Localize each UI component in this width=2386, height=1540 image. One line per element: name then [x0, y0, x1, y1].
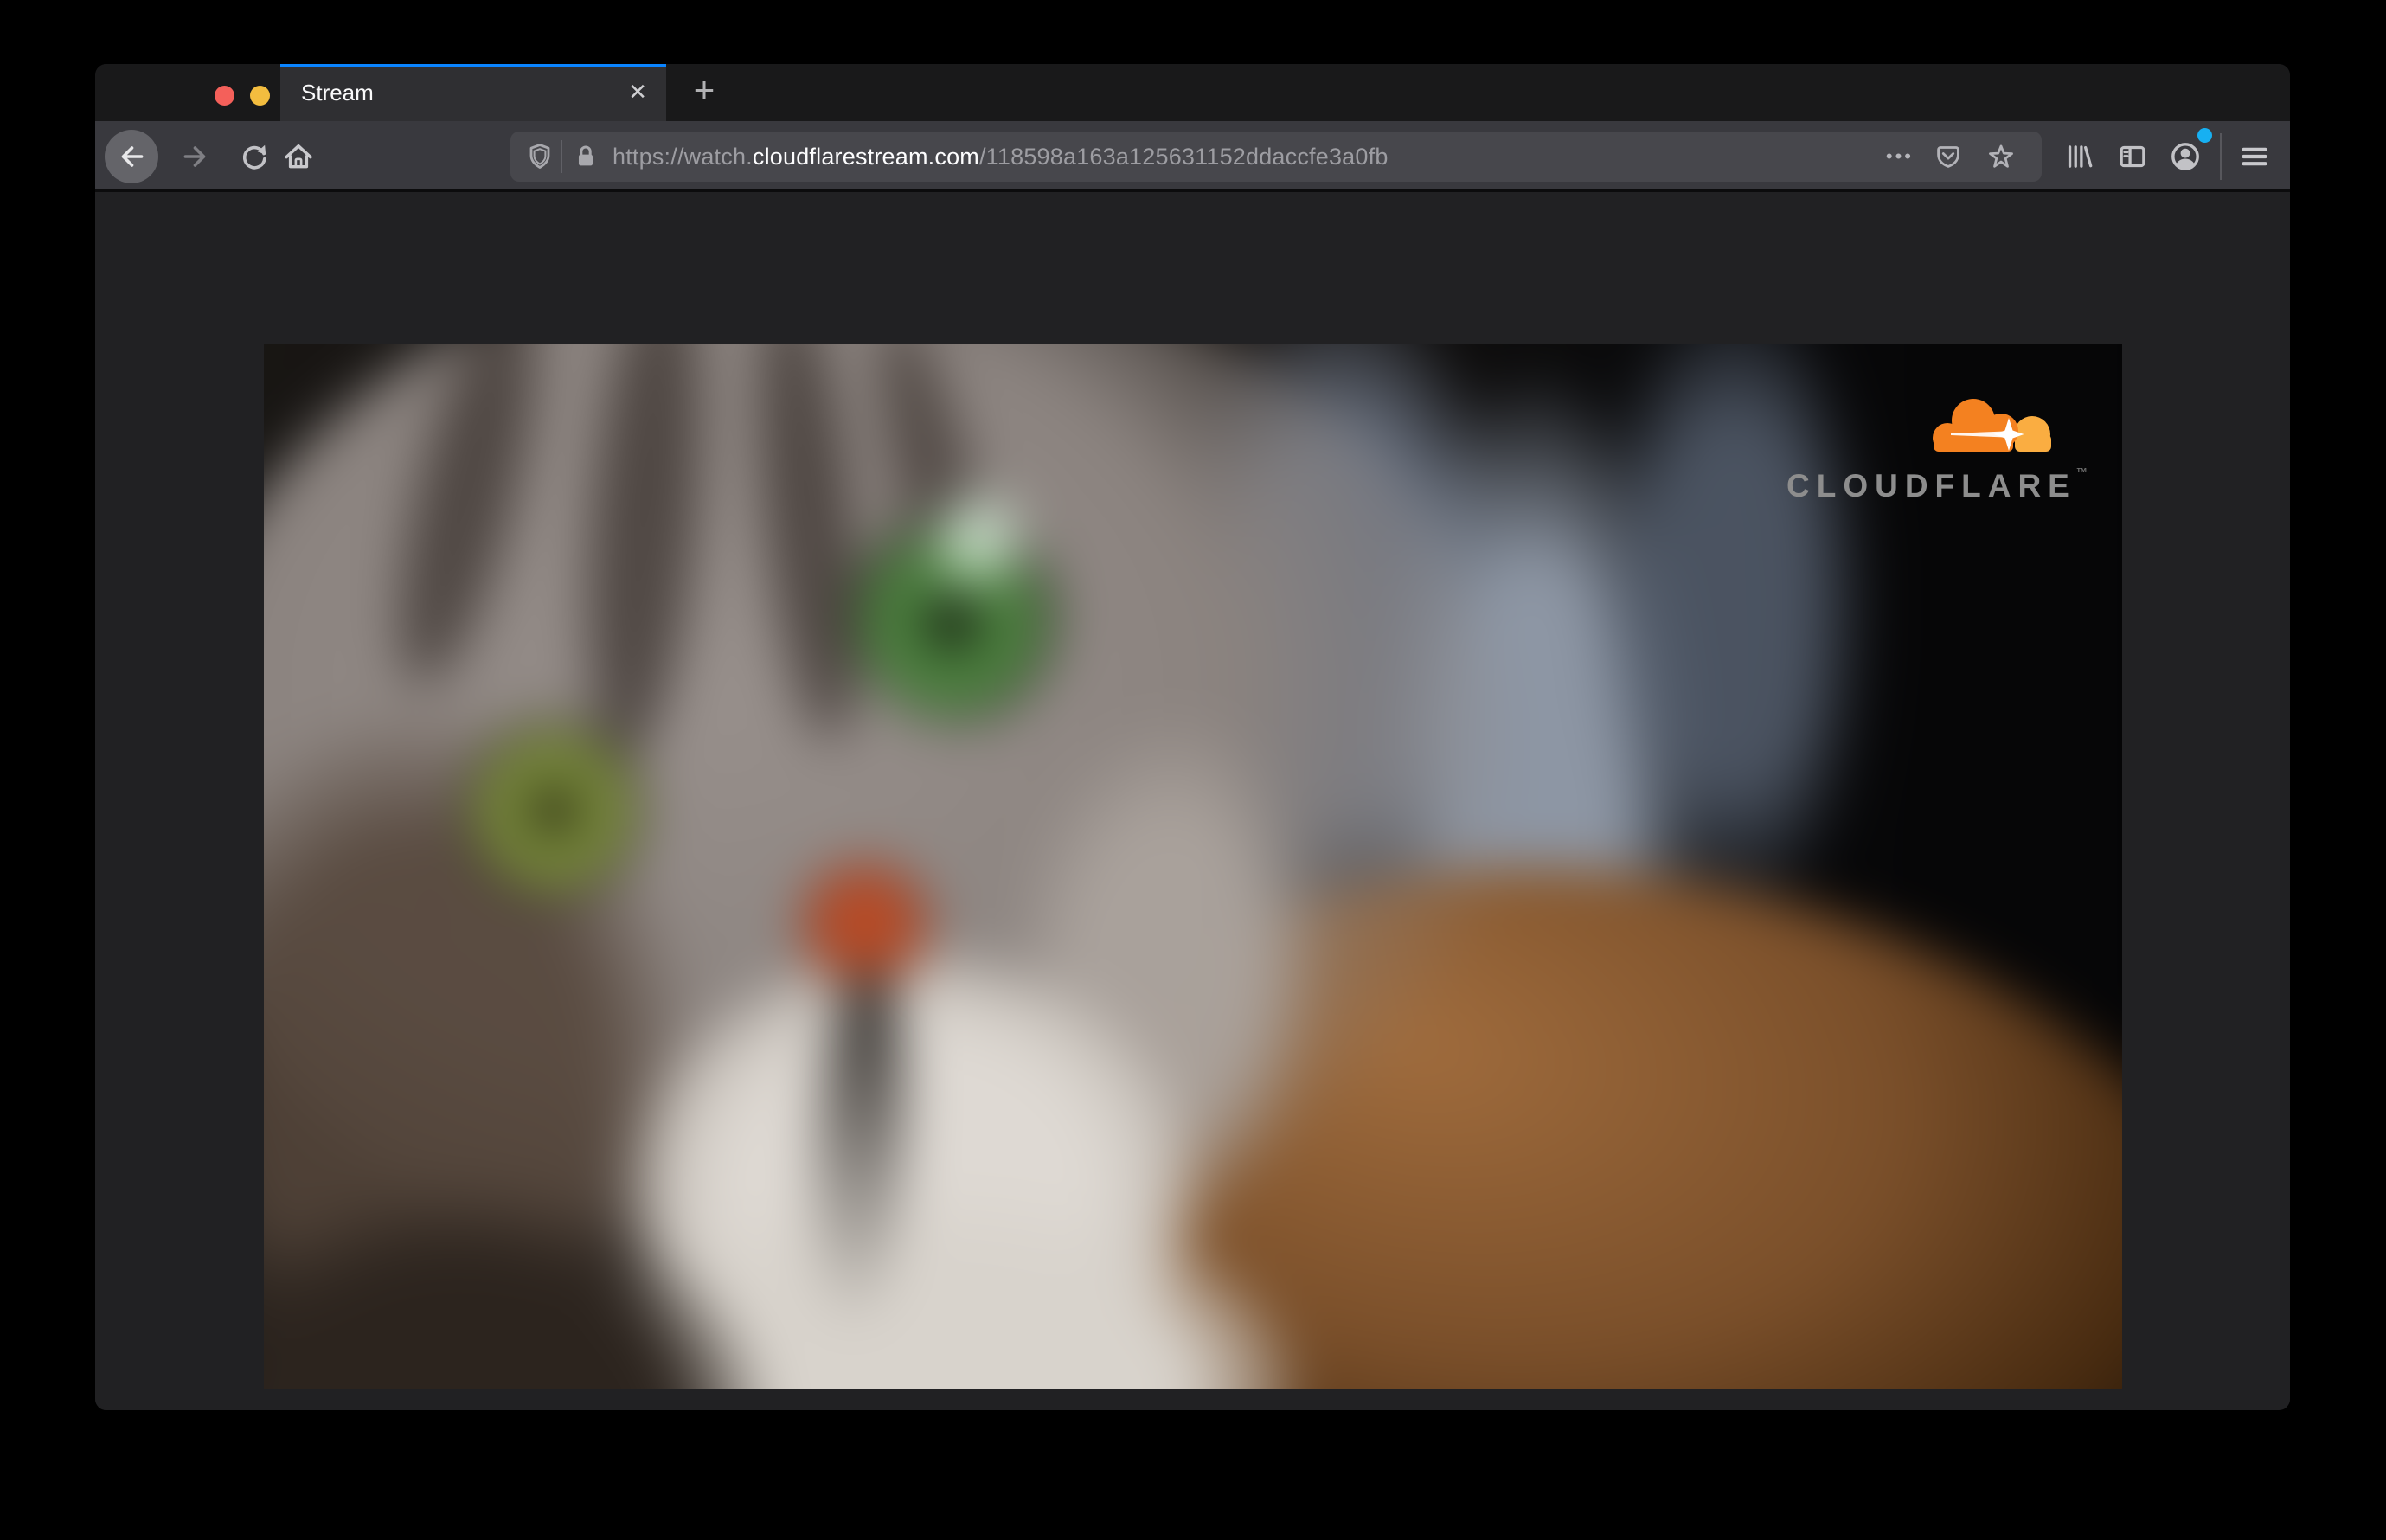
- address-bar[interactable]: https://watch.cloudflarestream.com/11859…: [510, 132, 2042, 182]
- page-content: CLOUDFLARE™: [95, 195, 2290, 1410]
- reload-icon: [242, 144, 266, 170]
- account-notification-dot: [2197, 128, 2212, 143]
- back-icon: [121, 146, 144, 167]
- tracking-protection-shield-icon[interactable]: [524, 141, 555, 172]
- cloudflare-cloud-icon: [1933, 399, 2051, 452]
- tab-close-icon[interactable]: ✕: [628, 64, 647, 119]
- library-icon: [2068, 145, 2093, 168]
- page-actions-icon[interactable]: •••: [1886, 145, 1914, 168]
- forward-button[interactable]: [171, 121, 220, 192]
- home-icon: [285, 144, 312, 169]
- bookmark-star-icon[interactable]: [1985, 140, 2017, 173]
- url-path: /118598a163a125631152ddaccfe3a0fb: [978, 143, 1389, 170]
- video-player[interactable]: CLOUDFLARE™: [264, 344, 2122, 1389]
- url-domain: cloudflarestream.com: [752, 143, 979, 170]
- tab-bar: Stream ✕ +: [95, 64, 2290, 121]
- browser-window: Stream ✕ + https://watch.cloudflarestrea…: [95, 64, 2290, 1410]
- minimize-window-button[interactable]: [250, 86, 270, 106]
- menu-icon: [2242, 147, 2267, 166]
- url-text: https://watch.cloudflarestream.com/11859…: [613, 144, 1886, 170]
- home-button[interactable]: [274, 121, 323, 192]
- sidebar-button[interactable]: [2114, 121, 2151, 192]
- cloudflare-watermark: CLOUDFLARE™: [1786, 389, 2088, 504]
- tab-stream[interactable]: Stream ✕: [280, 64, 666, 121]
- trademark-glyph: ™: [2075, 465, 2088, 478]
- lock-icon[interactable]: [571, 142, 600, 171]
- forward-icon: [183, 146, 206, 167]
- sidebar-icon: [2120, 145, 2145, 168]
- menu-button[interactable]: [2235, 121, 2274, 192]
- close-window-button[interactable]: [215, 86, 234, 106]
- reload-button[interactable]: [230, 121, 279, 192]
- tab-title: Stream: [301, 80, 374, 106]
- back-button[interactable]: [105, 130, 158, 183]
- url-prefix: https://watch.: [613, 143, 753, 170]
- toolbar-divider: [2220, 133, 2222, 180]
- new-tab-button[interactable]: +: [677, 64, 732, 121]
- navigation-toolbar: https://watch.cloudflarestream.com/11859…: [95, 121, 2290, 192]
- library-button[interactable]: [2061, 121, 2095, 192]
- pocket-icon[interactable]: [1933, 141, 1964, 172]
- cloudflare-wordmark: CLOUDFLARE™: [1786, 465, 2088, 504]
- urlbar-divider: [561, 140, 562, 173]
- account-icon: [2171, 143, 2199, 170]
